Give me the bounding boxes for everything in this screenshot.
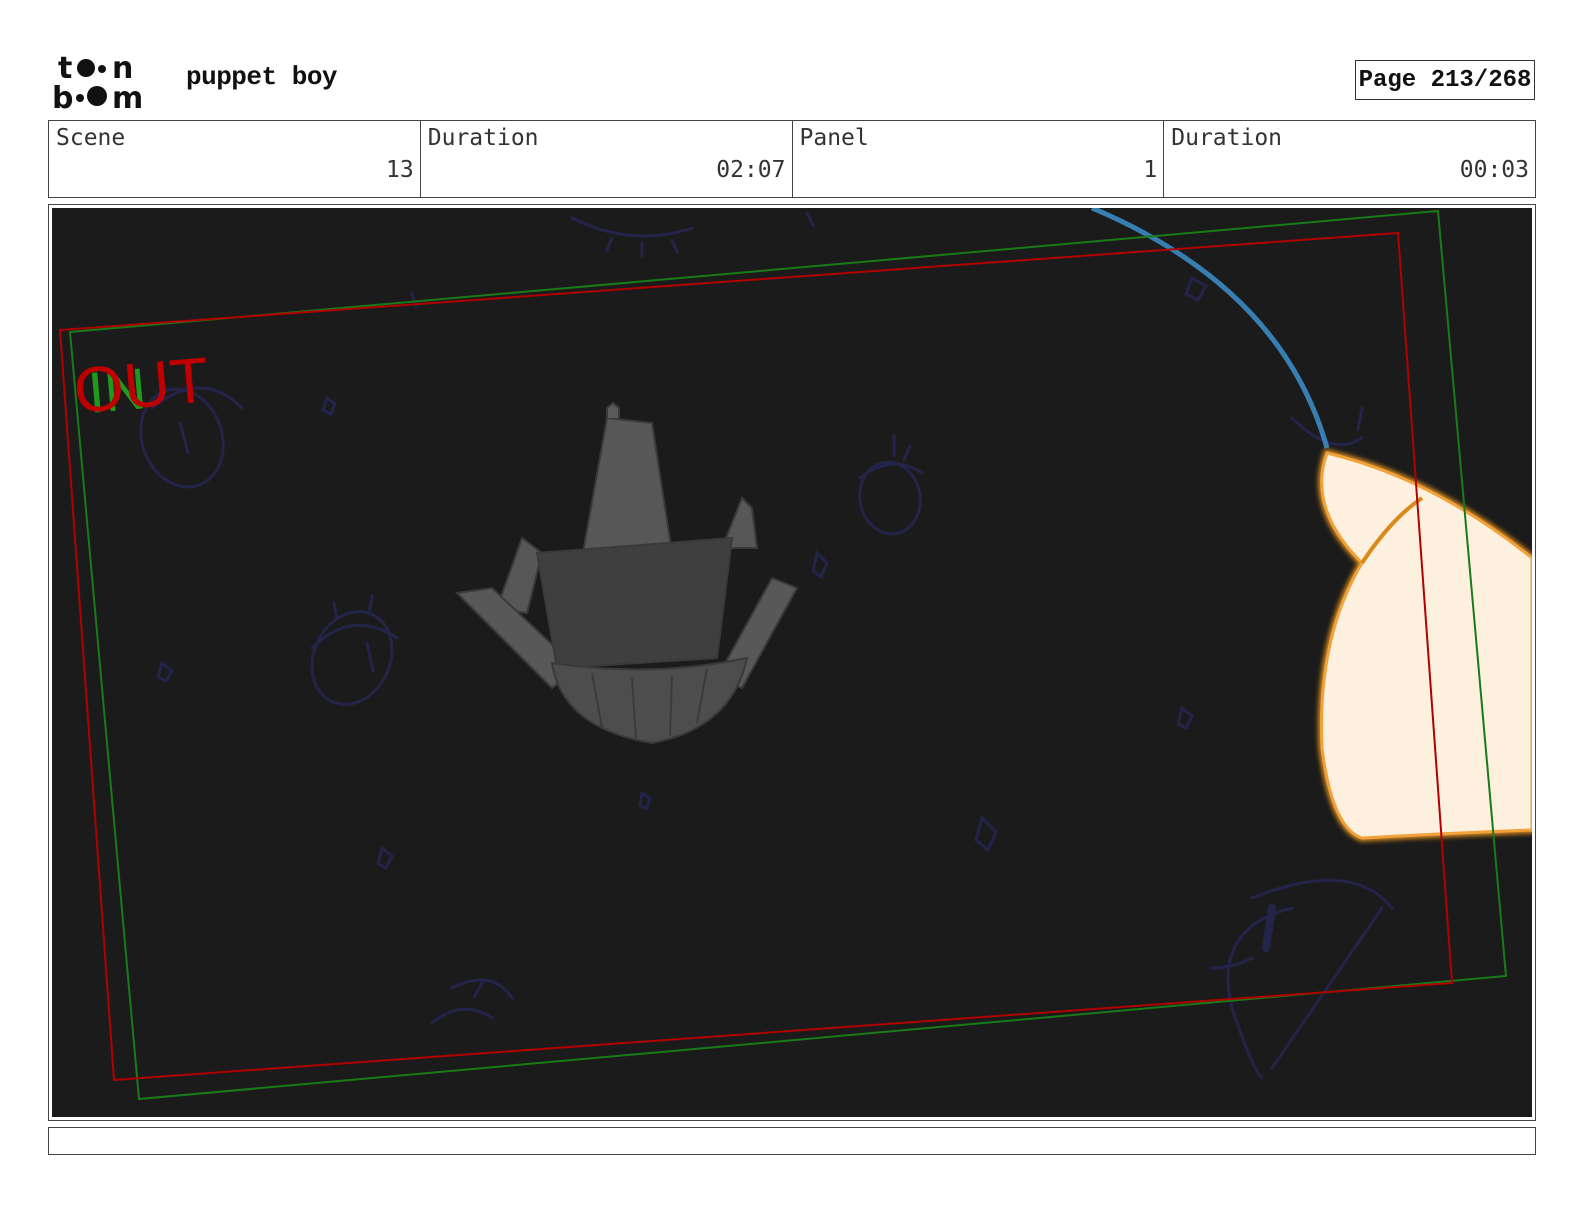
svg-text:b: b — [52, 81, 73, 112]
panel-duration-value: 00:03 — [1459, 157, 1529, 183]
scene-duration-value: 02:07 — [716, 157, 786, 183]
svg-text:m: m — [112, 81, 143, 112]
scene-duration-label: Duration — [427, 125, 539, 151]
panel-value: 1 — [1143, 157, 1158, 183]
scene-label: Scene — [56, 125, 126, 151]
panel-notes-box — [48, 1127, 1536, 1155]
panel-label: Panel — [799, 125, 869, 151]
castle-drawing — [454, 401, 799, 745]
out-marker: OUT — [71, 343, 212, 427]
scene-cell: Scene 13 — [49, 121, 421, 197]
scene-info-row: Scene 13 Duration 02:07 Panel 1 Duration… — [48, 120, 1536, 198]
panel-duration-cell: Duration 00:03 — [1164, 121, 1535, 197]
scene-duration-cell: Duration 02:07 — [421, 121, 793, 197]
panel-duration-label: Duration — [1171, 125, 1283, 151]
scene-value: 13 — [386, 157, 414, 183]
blue-stroke — [1091, 208, 1330, 449]
toon-boom-logo: t n b m — [52, 51, 143, 112]
panel-artwork: IN OUT — [52, 208, 1532, 1117]
camera-frame-in — [68, 209, 1508, 1101]
panel-cell: Panel 1 — [793, 121, 1165, 197]
project-title: puppet boy — [186, 62, 338, 92]
page-number: Page 213/268 — [1355, 60, 1535, 100]
